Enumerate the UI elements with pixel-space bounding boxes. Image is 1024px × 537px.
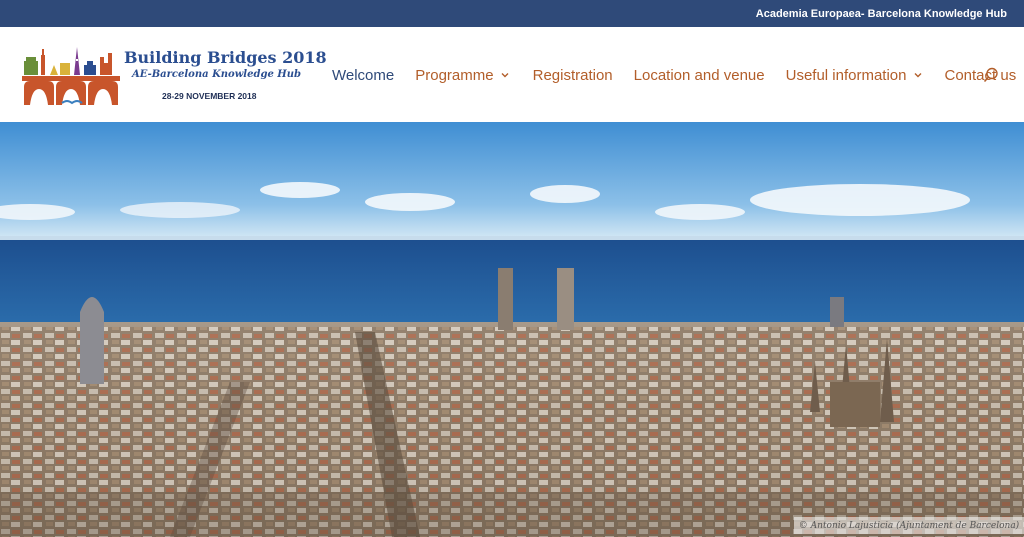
hero-banner-image: © Antonio Lajusticia (Ajuntament de Barc… bbox=[0, 122, 1024, 537]
nav-registration-label: Registration bbox=[532, 66, 613, 84]
nav-programme-label: Programme bbox=[415, 66, 494, 84]
logo-title: Building Bridges 2018 bbox=[124, 48, 327, 67]
photo-credit: © Antonio Lajusticia (Ajuntament de Barc… bbox=[794, 517, 1024, 534]
site-logo[interactable]: Building Bridges 2018 AE-Barcelona Knowl… bbox=[22, 43, 327, 123]
nav-registration[interactable]: Registration bbox=[533, 67, 613, 84]
barcelona-panorama-image bbox=[0, 122, 1024, 537]
top-bar: Academia Europaea- Barcelona Knowledge H… bbox=[0, 0, 1024, 27]
logo-subtitle: AE-Barcelona Knowledge Hub bbox=[132, 69, 302, 80]
search-icon[interactable] bbox=[983, 67, 999, 83]
chevron-down-icon bbox=[501, 73, 509, 78]
nav-welcome-label: Welcome bbox=[332, 66, 395, 84]
logo-date: 28-29 NOVEMBER 2018 bbox=[162, 91, 257, 101]
nav-welcome[interactable]: Welcome bbox=[332, 67, 394, 84]
site-header: Building Bridges 2018 AE-Barcelona Knowl… bbox=[0, 27, 1024, 122]
main-nav: Welcome Programme Registration Location … bbox=[332, 64, 1016, 86]
nav-location-label: Location and venue bbox=[633, 66, 765, 84]
nav-contact-us[interactable]: Contact us bbox=[945, 67, 1017, 84]
nav-location-and-venue[interactable]: Location and venue bbox=[634, 67, 765, 84]
top-bar-text: Academia Europaea- Barcelona Knowledge H… bbox=[755, 7, 1007, 20]
nav-useful-information[interactable]: Useful information bbox=[786, 67, 923, 84]
nav-programme[interactable]: Programme bbox=[415, 67, 509, 84]
nav-contact-label: Contact us bbox=[944, 66, 1017, 84]
bridge-logo-icon bbox=[22, 47, 120, 105]
chevron-down-icon bbox=[914, 73, 921, 78]
nav-useful-information-label: Useful information bbox=[785, 66, 907, 84]
